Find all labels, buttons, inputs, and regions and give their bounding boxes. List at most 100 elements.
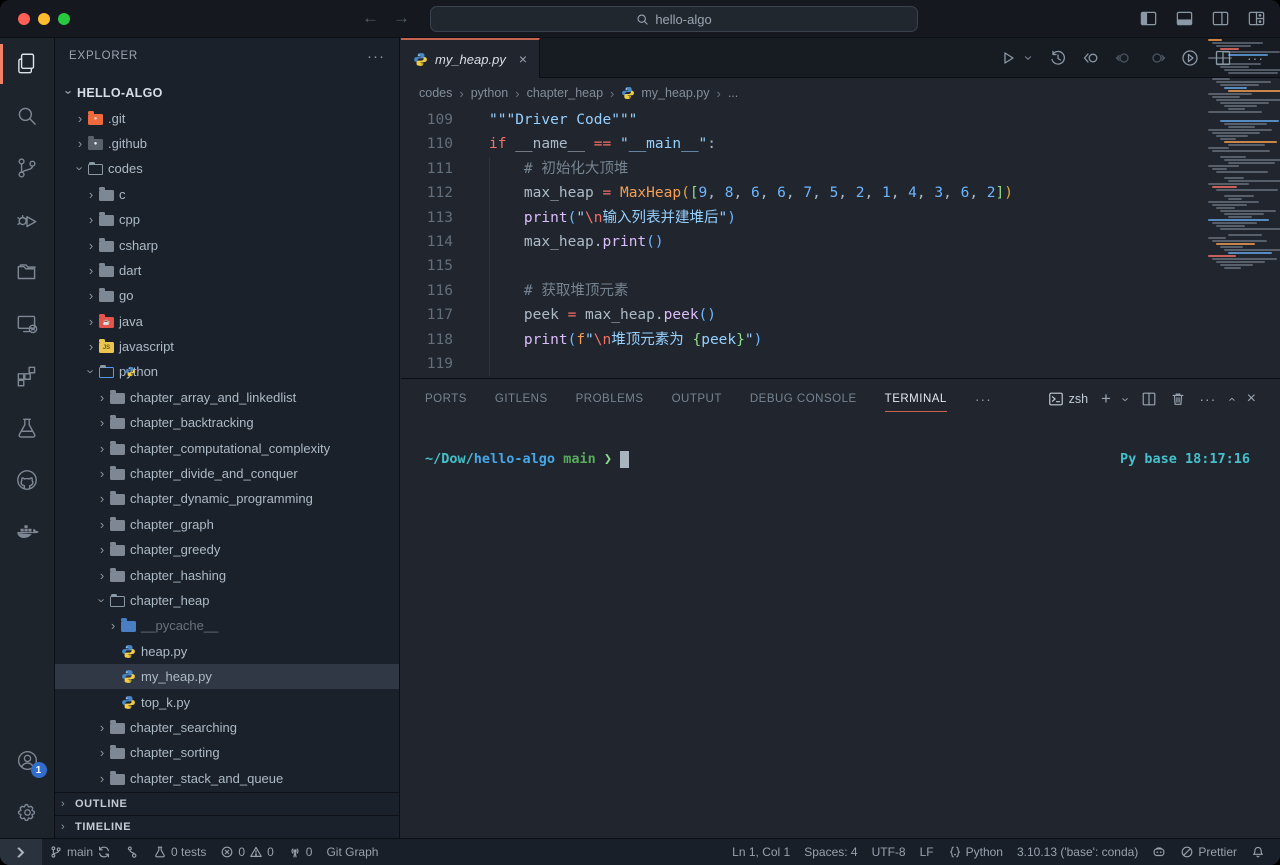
tree-item-python[interactable]: ›python: [55, 359, 399, 384]
status-prettier[interactable]: Prettier: [1173, 845, 1244, 859]
tree-item-java[interactable]: ›☕java: [55, 309, 399, 334]
close-tab-icon[interactable]: ×: [519, 51, 527, 67]
tree-item--github[interactable]: ›●.github: [55, 131, 399, 156]
zoom-window-button[interactable]: [58, 13, 70, 25]
panel-tab-terminal[interactable]: TERMINAL: [885, 379, 947, 419]
panel-tab-ports[interactable]: PORTS: [425, 379, 467, 419]
status-git-graph-status[interactable]: Git Graph: [319, 839, 385, 865]
tree-item--pycache-[interactable]: ›__pycache__: [55, 613, 399, 638]
tree-item-my-heap-py[interactable]: ›my_heap.py: [55, 664, 399, 689]
panel-tab-problems[interactable]: PROBLEMS: [576, 379, 644, 419]
status-cursor-position[interactable]: Ln 1, Col 1: [725, 845, 797, 859]
breadcrumb-item[interactable]: chapter_heap: [527, 86, 603, 100]
minimap[interactable]: [1196, 38, 1280, 308]
timeline-history-icon[interactable]: [1049, 49, 1067, 67]
breadcrumb-item[interactable]: my_heap.py: [641, 86, 709, 100]
activity-item-explorer[interactable]: [0, 38, 55, 90]
toggle-sidebar-icon[interactable]: [1139, 9, 1158, 28]
customize-layout-icon[interactable]: [1247, 9, 1266, 28]
panel-tab-output[interactable]: OUTPUT: [672, 379, 722, 419]
gitlens-compare-icon[interactable]: [1082, 49, 1100, 67]
activity-item-remote-explorer[interactable]: [0, 298, 55, 350]
remote-indicator[interactable]: [0, 839, 42, 865]
breadcrumb-item[interactable]: ...: [728, 86, 738, 100]
tree-item-chapter-divide-and-conquer[interactable]: ›chapter_divide_and_conquer: [55, 461, 399, 486]
status-copilot[interactable]: [1145, 845, 1173, 859]
terminal-dropdown-icon[interactable]: ›: [1119, 397, 1134, 401]
tree-item-chapter-hashing[interactable]: ›chapter_hashing: [55, 562, 399, 587]
panel-tabs-more[interactable]: ···: [975, 391, 992, 407]
minimize-window-button[interactable]: [38, 13, 50, 25]
tree-item-top-k-py[interactable]: ›top_k.py: [55, 689, 399, 714]
tree-item-cpp[interactable]: ›cpp: [55, 207, 399, 232]
activity-item-settings[interactable]: [0, 786, 55, 838]
activity-item-docker[interactable]: [0, 506, 55, 558]
panel-more-actions[interactable]: ···: [1199, 391, 1216, 407]
code-editor[interactable]: 109"""Driver Code"""110if __name__ == "_…: [401, 108, 1280, 378]
tree-item-codes[interactable]: ›codes: [55, 156, 399, 181]
terminal-instance[interactable]: zsh: [1048, 391, 1088, 407]
activity-item-search[interactable]: [0, 90, 55, 142]
run-dropdown-icon[interactable]: [1022, 52, 1034, 64]
status-language-mode[interactable]: Python: [941, 845, 1010, 859]
tree-root-hello-algo[interactable]: ›HELLO-ALGO: [55, 80, 399, 105]
terminal[interactable]: ~/Dow/hello-algo main ❯ Py base 18:17:16: [401, 419, 1280, 838]
activity-item-folders[interactable]: [0, 246, 55, 298]
nav-forward-circle-icon[interactable]: [1148, 49, 1166, 67]
close-panel-icon[interactable]: ×: [1247, 390, 1256, 408]
nav-back-icon[interactable]: ←: [362, 8, 379, 28]
tree-item-chapter-graph[interactable]: ›chapter_graph: [55, 512, 399, 537]
nav-forward-icon[interactable]: →: [393, 8, 410, 28]
status-python-interpreter[interactable]: 3.10.13 ('base': conda): [1010, 845, 1145, 859]
status-eol[interactable]: LF: [913, 845, 941, 859]
breadcrumb-item[interactable]: python: [471, 86, 509, 100]
tree-item-go[interactable]: ›go: [55, 283, 399, 308]
tree-item-chapter-array-and-linkedlist[interactable]: ›chapter_array_and_linkedlist: [55, 385, 399, 410]
activity-item-testing[interactable]: [0, 402, 55, 454]
close-window-button[interactable]: [18, 13, 30, 25]
tree-item-c[interactable]: ›c: [55, 182, 399, 207]
tree-item-dart[interactable]: ›dart: [55, 258, 399, 283]
status-encoding[interactable]: UTF-8: [865, 845, 913, 859]
panel-tab-debug-console[interactable]: DEBUG CONSOLE: [750, 379, 857, 419]
tree-item-chapter-computational-complexity[interactable]: ›chapter_computational_complexity: [55, 435, 399, 460]
nav-back-circle-icon[interactable]: [1115, 49, 1133, 67]
tree-item-chapter-greedy[interactable]: ›chapter_greedy: [55, 537, 399, 562]
run-button-icon[interactable]: [999, 49, 1017, 67]
kill-terminal-icon[interactable]: [1170, 391, 1186, 407]
status-branch-status[interactable]: main: [42, 839, 118, 865]
status-problems-status[interactable]: 00: [213, 839, 280, 865]
status-gitlens-status[interactable]: [118, 839, 146, 865]
tree-item-chapter-backtracking[interactable]: ›chapter_backtracking: [55, 410, 399, 435]
status-indentation[interactable]: Spaces: 4: [797, 845, 864, 859]
breadcrumb-item[interactable]: codes: [419, 86, 452, 100]
tree-item-csharp[interactable]: ›csharp: [55, 232, 399, 257]
status-ports-status[interactable]: 0: [281, 839, 320, 865]
activity-item-github[interactable]: [0, 454, 55, 506]
sidebar-section-outline[interactable]: ›OUTLINE: [55, 792, 399, 815]
tree-item-chapter-sorting[interactable]: ›chapter_sorting: [55, 740, 399, 765]
tree-item-chapter-stack-and-queue[interactable]: ›chapter_stack_and_queue: [55, 766, 399, 791]
activity-item-extensions[interactable]: [0, 350, 55, 402]
command-center-search[interactable]: hello-algo: [430, 6, 918, 32]
panel-tab-gitlens[interactable]: GITLENS: [495, 379, 548, 419]
activity-item-accounts[interactable]: 1: [0, 734, 55, 786]
tree-item-chapter-heap[interactable]: ›chapter_heap: [55, 588, 399, 613]
window-controls[interactable]: [18, 13, 70, 25]
tree-item-javascript[interactable]: ›JSjavascript: [55, 334, 399, 359]
status-tests-status[interactable]: 0 tests: [146, 839, 213, 865]
maximize-panel-icon[interactable]: ›: [1224, 397, 1239, 401]
sidebar-section-timeline[interactable]: ›TIMELINE: [55, 815, 399, 838]
tree-item-chapter-dynamic-programming[interactable]: ›chapter_dynamic_programming: [55, 486, 399, 511]
activity-item-run-debug[interactable]: [0, 194, 55, 246]
tree-item--git[interactable]: ›●.git: [55, 105, 399, 130]
toggle-secondary-sidebar-icon[interactable]: [1211, 9, 1230, 28]
new-terminal-button[interactable]: +: [1101, 389, 1111, 409]
sidebar-more-actions[interactable]: ···: [367, 48, 385, 65]
tree-item-heap-py[interactable]: ›heap.py: [55, 639, 399, 664]
toggle-panel-icon[interactable]: [1175, 9, 1194, 28]
tab-my-heap[interactable]: my_heap.py ×: [401, 38, 540, 78]
tree-item-chapter-searching[interactable]: ›chapter_searching: [55, 715, 399, 740]
status-notifications[interactable]: [1244, 845, 1272, 859]
split-terminal-icon[interactable]: [1141, 391, 1157, 407]
